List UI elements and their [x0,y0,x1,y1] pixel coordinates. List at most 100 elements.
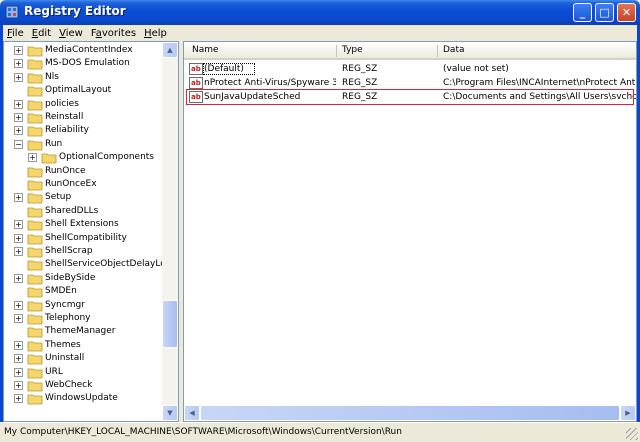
folder-icon [27,354,43,365]
tree-item-label: SideBySide [45,272,96,283]
tree-item[interactable]: ShellServiceObjectDelayLoad [4,258,177,271]
scroll-left-button[interactable]: ◀ [184,405,200,421]
scroll-thumb[interactable] [162,300,178,348]
tree-item[interactable]: + SideBySide [4,272,164,285]
list-horizontal-scrollbar[interactable]: ◀ ▶ [184,405,636,421]
tree-item[interactable]: + WindowsUpdate [4,392,164,405]
tree-item-label: Run [45,138,63,149]
tree-item[interactable]: RunOnce [4,165,164,178]
folder-icon [27,59,43,70]
folder-icon [27,341,43,352]
folder-icon [27,247,43,258]
folder-icon [27,46,43,57]
tree-item[interactable]: − Run [4,138,164,151]
key-tree[interactable]: + WindowsUpdate + WebCheck + URL + Uninstall + Th… [3,41,179,422]
column-divider[interactable] [336,45,337,57]
expand-icon[interactable]: + [14,220,23,230]
tree-item[interactable]: + Telephony [4,312,164,325]
expand-icon[interactable]: + [14,367,23,377]
expand-icon[interactable]: + [14,340,23,350]
column-header-type[interactable]: Type [342,45,363,55]
scroll-up-button[interactable]: ▲ [162,42,178,58]
tree-item[interactable]: + Nls [4,71,164,84]
expand-icon[interactable]: + [14,394,23,404]
expand-icon[interactable]: + [14,72,23,82]
folder-icon [27,287,43,298]
tree-item-label: WebCheck [45,380,93,390]
tree-item[interactable]: ThemeManager [4,325,164,338]
tree-item[interactable]: + ShellCompatibility [4,232,164,245]
tree-item[interactable]: + Reliability [4,124,164,137]
expand-icon[interactable]: + [14,247,23,256]
expand-icon[interactable]: + [14,59,23,69]
tree-item-label: ThemeManager [45,326,116,337]
collapse-icon[interactable]: − [14,139,23,149]
folder-icon [27,167,43,177]
expand-icon[interactable]: + [14,381,23,390]
menu-favorites[interactable]: Favorites [87,28,140,39]
horizontal-scroll-thumb[interactable] [200,405,620,421]
expand-icon[interactable]: + [28,153,37,163]
menu-file[interactable]: File [3,28,28,39]
expand-icon[interactable]: + [14,354,23,364]
tree-item[interactable]: SharedDLLs [4,205,164,218]
folder-icon [27,73,43,84]
expand-icon[interactable]: + [14,273,23,283]
expand-icon[interactable]: + [14,113,23,122]
tree-item-label: Telephony [45,313,91,323]
tree-item-label: Nls [45,71,59,82]
scroll-down-button[interactable]: ▼ [162,405,178,421]
tree-item[interactable]: + Setup [4,191,164,204]
tree-item[interactable]: + Reinstall [4,111,164,124]
expand-icon[interactable]: + [14,233,23,243]
tree-item[interactable]: + MediaContentIndex [4,44,164,57]
tree-item[interactable]: SMDEn [4,285,164,298]
tree-item[interactable]: OptimalLayout [4,84,164,97]
tree-item[interactable]: + Syncmgr [4,299,164,312]
status-bar: My Computer\HKEY_LOCAL_MACHINE\SOFTWARE\… [0,422,640,442]
column-header-name[interactable]: Name [192,45,219,55]
maximize-button[interactable]: □ [595,3,614,22]
tree-item[interactable]: + Shell Extensions [4,218,164,231]
menu-edit[interactable]: Edit [28,28,55,39]
expand-icon[interactable]: + [14,193,23,203]
folder-icon [27,368,43,378]
column-header-data[interactable]: Data [443,45,465,55]
tree-item[interactable]: + URL [4,366,164,379]
tree-vertical-scrollbar[interactable]: ▲ ▼ [162,42,178,421]
tree-item-label: OptionalComponents [59,152,154,163]
tree-item[interactable]: + WebCheck [4,379,164,392]
tree-item[interactable]: + ShellScrap [4,245,164,258]
tree-item[interactable]: RunOnceEx [4,178,164,191]
value-data: (value not set) [443,64,509,74]
tree-item-label: RunOnce [45,165,86,176]
minimize-button[interactable]: _ [573,3,592,22]
value-row[interactable]: ab (Default) REG_SZ (value not set) [186,62,636,77]
string-value-icon: ab [189,77,203,89]
tree-item[interactable]: + MS-DOS Emulation [4,57,164,70]
tree-item[interactable]: + OptionalComponents [4,151,164,164]
expand-icon[interactable]: + [14,314,23,323]
window-title: Registry Editor [24,4,126,18]
title-bar[interactable]: Registry Editor _ □ ✕ [0,0,640,25]
value-type: REG_SZ [342,78,378,88]
tree-item[interactable]: + policies [4,98,164,111]
column-divider[interactable] [437,45,438,57]
value-list[interactable]: Name Type Data ◀ ▶ ab (Default) REG_SZ (val… [183,41,637,422]
expand-icon[interactable]: + [14,46,23,55]
folder-icon [27,327,43,338]
tree-item-label: Shell Extensions [45,219,119,230]
close-button[interactable]: ✕ [617,3,636,22]
tree-item-label: WindowsUpdate [45,393,118,404]
tree-item[interactable]: + Uninstall [4,352,164,365]
resize-grip-icon[interactable] [626,428,638,440]
tree-item[interactable]: + Themes [4,339,164,352]
scroll-right-button[interactable]: ▶ [620,405,636,421]
expand-icon[interactable]: + [14,126,23,136]
registry-editor-icon [5,5,19,19]
menu-help[interactable]: Help [140,28,171,39]
tree-item-label: RunOnceEx [45,179,97,189]
menu-view[interactable]: View [55,28,87,39]
expand-icon[interactable]: + [14,300,23,310]
expand-icon[interactable]: + [14,99,23,109]
